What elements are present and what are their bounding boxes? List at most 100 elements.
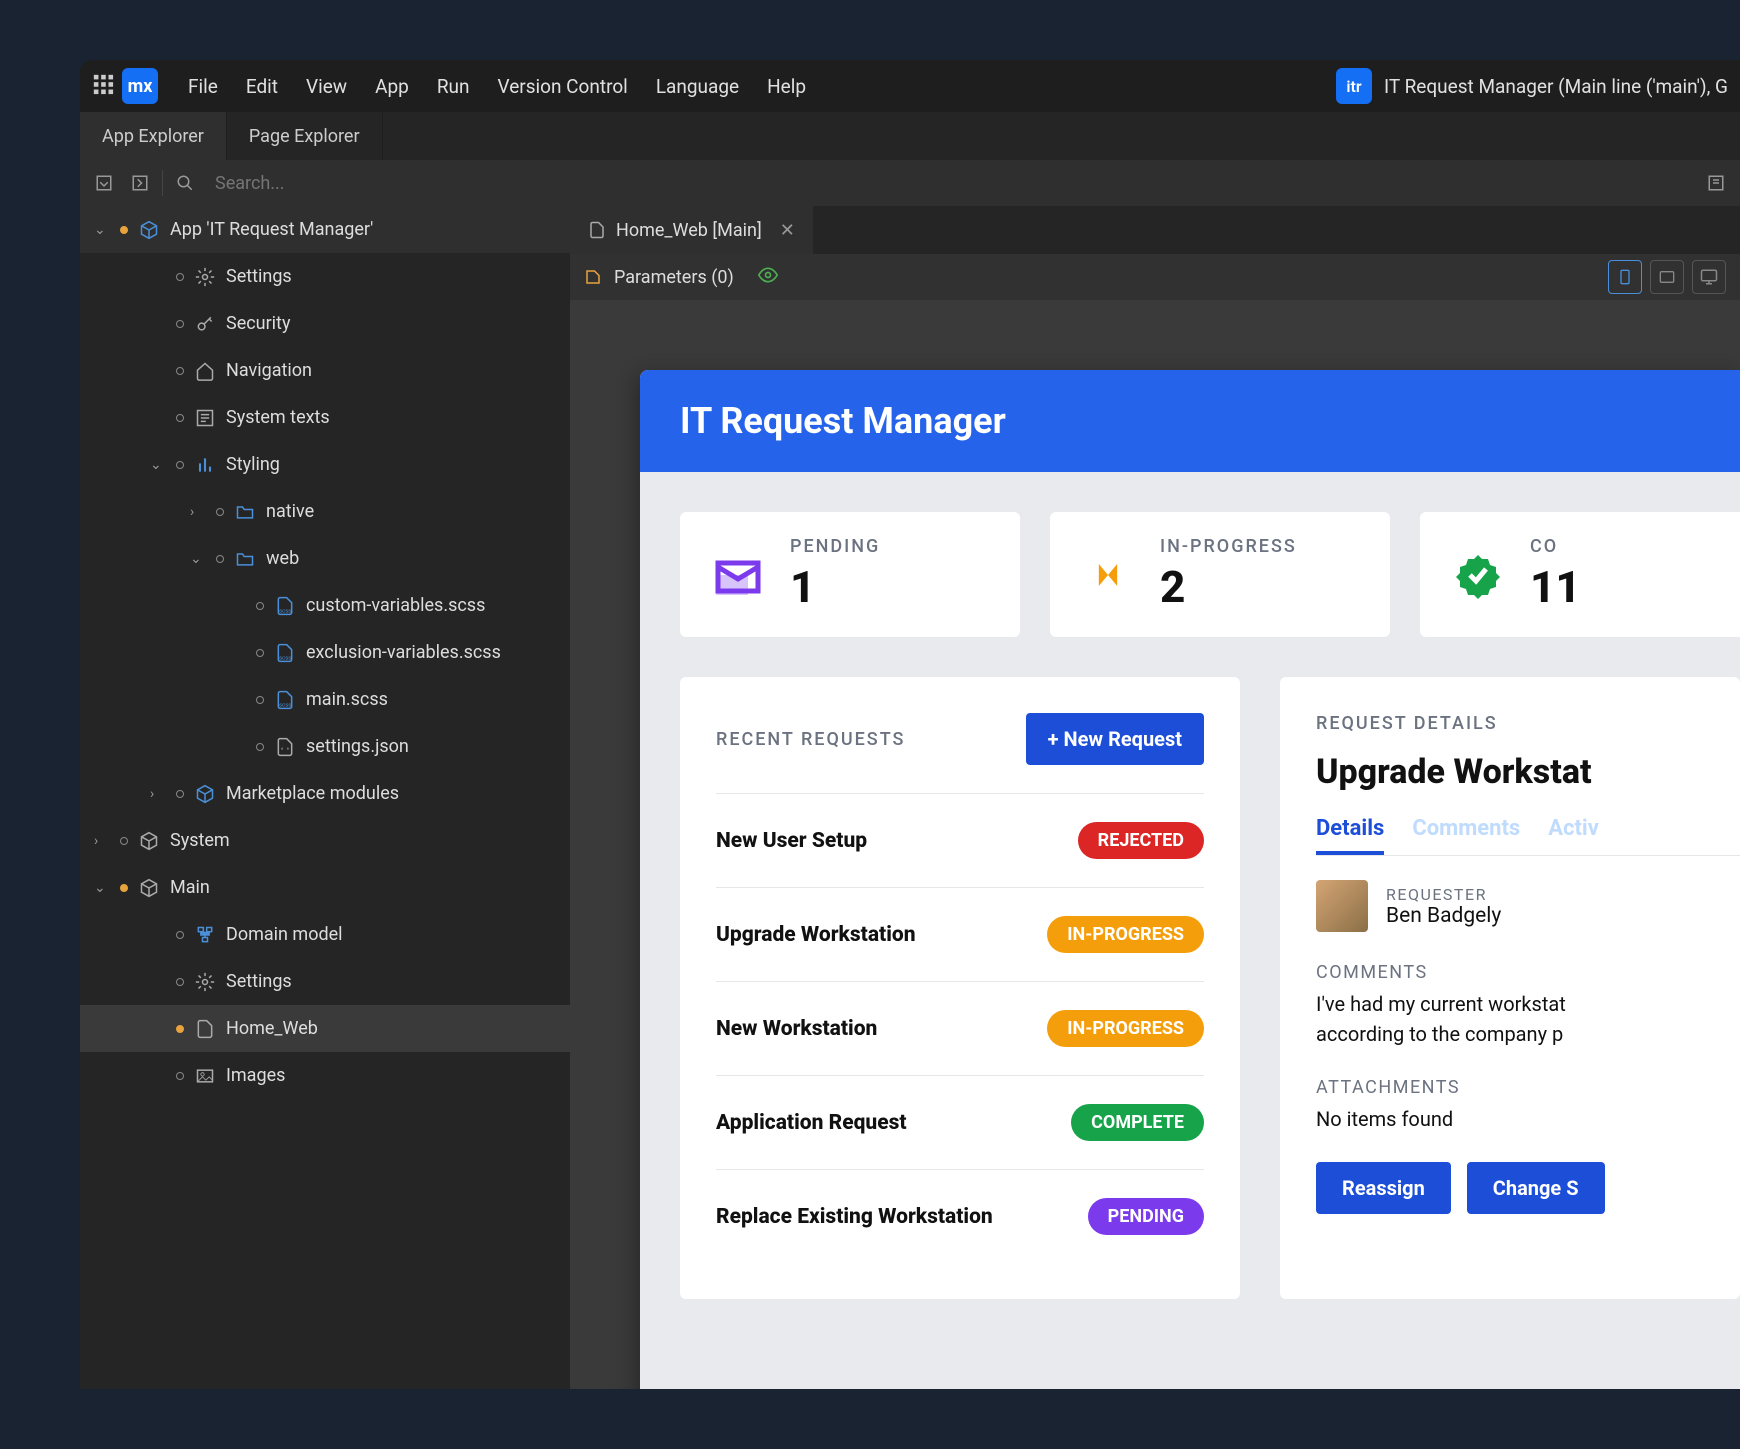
folder-icon (234, 501, 256, 523)
body: ⌄App 'IT Request Manager'SettingsSecurit… (80, 206, 1740, 1389)
change-status-button[interactable]: Change S (1467, 1162, 1605, 1214)
request-item[interactable]: Application RequestCOMPLETE (716, 1075, 1204, 1169)
search-icon[interactable] (171, 169, 199, 197)
mendix-logo[interactable]: mx (122, 68, 158, 104)
avatar (1316, 880, 1368, 932)
stat-inprogress[interactable]: IN-PROGRESS 2 (1050, 512, 1390, 637)
request-title: Replace Existing Workstation (716, 1205, 993, 1229)
project-name: IT Request Manager (Main line ('main'), … (1384, 75, 1728, 98)
tree-node-styling[interactable]: ⌄Styling (80, 441, 570, 488)
tab-details[interactable]: Details (1316, 816, 1384, 855)
tree-node-settings[interactable]: Settings (80, 253, 570, 300)
recent-requests-panel: RECENT REQUESTS + New Request New User S… (680, 677, 1240, 1299)
device-desktop-icon[interactable] (1692, 260, 1726, 294)
stat-pending[interactable]: PENDING 1 (680, 512, 1020, 637)
params-label[interactable]: Parameters (0) (614, 267, 734, 288)
tree-node-system-texts[interactable]: System texts (80, 394, 570, 441)
tree-node-system[interactable]: ›System (80, 817, 570, 864)
request-item[interactable]: New WorkstationIN-PROGRESS (716, 981, 1204, 1075)
new-request-button[interactable]: + New Request (1026, 713, 1204, 765)
request-title: New User Setup (716, 829, 867, 853)
collapse-icon[interactable] (90, 169, 118, 197)
tree-node-label: Domain model (226, 924, 343, 945)
stats-row: PENDING 1 IN-PROGRESS 2 (680, 512, 1740, 637)
menu-file[interactable]: File (188, 75, 218, 98)
tree-node-settings[interactable]: Settings (80, 958, 570, 1005)
tab-comments[interactable]: Comments (1412, 816, 1520, 855)
menu-edit[interactable]: Edit (246, 75, 278, 98)
device-mobile-icon[interactable] (1608, 260, 1642, 294)
tree-node-label: Home_Web (226, 1018, 318, 1039)
tree-node-settings-json[interactable]: settings.json (80, 723, 570, 770)
stat-value: 11 (1530, 561, 1581, 613)
tree-node-home-web[interactable]: Home_Web (80, 1005, 570, 1052)
comments-text: I've had my current workstat according t… (1316, 989, 1740, 1049)
status-dot-icon (120, 226, 128, 234)
search-input[interactable] (207, 173, 487, 194)
request-item[interactable]: Upgrade Workstation IN-PROGRESS (716, 887, 1204, 981)
chevron-icon[interactable]: ⌄ (94, 222, 110, 238)
tree-node-domain-model[interactable]: Domain model (80, 911, 570, 958)
chevron-icon[interactable]: › (94, 833, 110, 849)
comments-label: COMMENTS (1316, 962, 1740, 983)
editor-toolbar: Parameters (0) (570, 254, 1740, 300)
preview-body: PENDING 1 IN-PROGRESS 2 (640, 472, 1740, 1389)
tree-node-custom-variables-scss[interactable]: scsscustom-variables.scss (80, 582, 570, 629)
tab-app-explorer[interactable]: App Explorer (80, 112, 227, 160)
stat-value: 2 (1160, 561, 1297, 613)
reassign-button[interactable]: Reassign (1316, 1162, 1451, 1214)
chevron-icon[interactable]: ⌄ (150, 457, 166, 473)
chevron-icon[interactable]: › (150, 786, 166, 802)
tab-activity[interactable]: Activ (1548, 816, 1599, 855)
menu-help[interactable]: Help (767, 75, 806, 98)
menu-run[interactable]: Run (437, 75, 470, 98)
filter-icon[interactable] (1702, 169, 1730, 197)
tree-node-exclusion-variables-scss[interactable]: scss exclusion-variables.scss (80, 629, 570, 676)
tree-node-main[interactable]: ⌄Main (80, 864, 570, 911)
tree-node-marketplace-modules[interactable]: › Marketplace modules (80, 770, 570, 817)
tree-node-label: exclusion-variables.scss (306, 642, 501, 663)
status-badge: COMPLETE (1071, 1104, 1204, 1141)
chevron-icon[interactable]: ⌄ (190, 551, 206, 567)
tree-node-label: System texts (226, 407, 330, 428)
menu-view[interactable]: View (306, 75, 347, 98)
tree-node-app-it-request-manager-[interactable]: ⌄App 'IT Request Manager' (80, 206, 570, 253)
menu-app[interactable]: App (375, 75, 409, 98)
status-dot-icon (120, 884, 128, 892)
cube-g-icon (138, 830, 160, 852)
tree-node-main-scss[interactable]: scssmain.scss (80, 676, 570, 723)
tree-node-images[interactable]: Images (80, 1052, 570, 1099)
sidebar-tree: ⌄App 'IT Request Manager'SettingsSecurit… (80, 206, 570, 1389)
hourglass-icon (1080, 547, 1136, 603)
svg-text:scss: scss (279, 655, 291, 661)
apps-grid-icon[interactable] (92, 73, 114, 99)
images-icon (194, 1065, 216, 1087)
eye-icon[interactable] (758, 265, 778, 289)
expand-icon[interactable] (126, 169, 154, 197)
tree-node-label: Marketplace modules (226, 783, 399, 804)
chevron-icon[interactable]: ⌄ (94, 880, 110, 896)
tree-node-web[interactable]: ⌄web (80, 535, 570, 582)
request-item[interactable]: New User Setup REJECTED (716, 793, 1204, 887)
close-icon[interactable]: ✕ (780, 220, 795, 241)
stat-complete[interactable]: CO 11 (1420, 512, 1740, 637)
section-title: RECENT REQUESTS (716, 729, 905, 750)
status-badge: IN-PROGRESS (1047, 916, 1204, 953)
request-item[interactable]: Replace Existing WorkstationPENDING (716, 1169, 1204, 1263)
tree-node-navigation[interactable]: Navigation (80, 347, 570, 394)
status-dot-icon (176, 978, 184, 986)
tree-node-native[interactable]: ›native (80, 488, 570, 535)
request-title: Upgrade Workstation (716, 923, 916, 947)
stat-value: 1 (790, 561, 880, 613)
tab-page-explorer[interactable]: Page Explorer (227, 112, 383, 160)
detail-tabs: Details Comments Activ (1316, 816, 1740, 856)
status-badge: REJECTED (1078, 822, 1204, 859)
chevron-icon[interactable]: › (190, 504, 206, 520)
editor-tab-home-web[interactable]: Home_Web [Main] ✕ (570, 206, 813, 254)
menu-language[interactable]: Language (656, 75, 739, 98)
status-dot-icon (256, 696, 264, 704)
tree-node-security[interactable]: Security (80, 300, 570, 347)
device-tablet-icon[interactable] (1650, 260, 1684, 294)
menu-version-control[interactable]: Version Control (498, 75, 628, 98)
stat-label: IN-PROGRESS (1160, 536, 1297, 557)
